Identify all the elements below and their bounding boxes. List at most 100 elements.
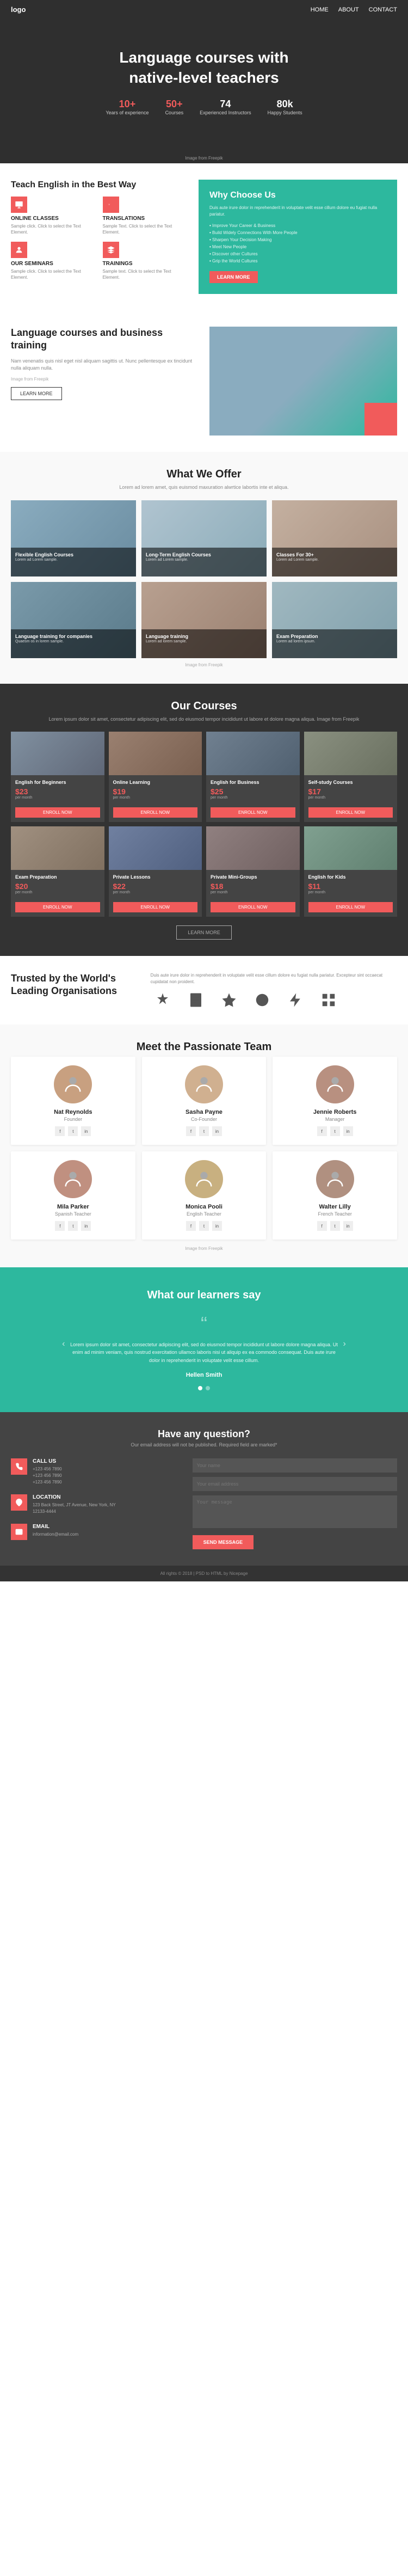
training-learn-more-button[interactable]: LEARN MORE xyxy=(11,387,62,400)
offer-card-2: Long-Term English Courses Lorem ad Lorem… xyxy=(141,500,267,576)
offer-card-5-desc: Lorem ad lorem sample. xyxy=(146,639,262,645)
why-choose-item-4: Meet New People xyxy=(209,243,386,250)
course-img-2 xyxy=(109,732,202,775)
team-social-fb-6[interactable]: f xyxy=(317,1221,327,1231)
offer-card-6-title: Exam Preparation xyxy=(276,634,393,639)
course-enroll-button-2[interactable]: ENROLL NOW xyxy=(113,807,198,818)
course-price-6: $22 xyxy=(113,882,198,891)
team-social-fb-1[interactable]: f xyxy=(55,1126,65,1136)
team-social-in-3[interactable]: in xyxy=(343,1126,353,1136)
course-title-6: Private Lessons xyxy=(113,874,198,880)
why-choose-section: Why Choose Us Duis aute irure dolor in r… xyxy=(199,180,397,294)
team-social-tw-2[interactable]: t xyxy=(199,1126,209,1136)
team-social-fb-4[interactable]: f xyxy=(55,1221,65,1231)
contact-email-info: EMAIL information@email.com xyxy=(33,1524,78,1540)
testimonial-dots xyxy=(11,1386,397,1390)
team-name-1: Nat Reynolds xyxy=(20,1109,127,1115)
offer-card-1: Flexible English Courses Lorem ad Lorem … xyxy=(11,500,136,576)
testimonial-next-button[interactable]: › xyxy=(338,1339,351,1352)
team-avatar-2 xyxy=(185,1065,223,1103)
course-price-label-1: per month xyxy=(15,796,100,800)
offer-card-1-desc: Lorem ad Lorem sample. xyxy=(15,557,132,563)
team-social-fb-2[interactable]: f xyxy=(186,1126,196,1136)
course-title-3: English for Business xyxy=(211,780,295,785)
trusted-right: Duis aute irure dolor in reprehenderit i… xyxy=(151,972,397,1008)
hero-stat-teachers-label: Experienced Instructors xyxy=(200,110,251,115)
nav-contact[interactable]: CONTACT xyxy=(369,7,397,13)
course-img-8 xyxy=(304,826,398,870)
trusted-logo-1 xyxy=(151,992,175,1008)
team-avatar-1 xyxy=(54,1065,92,1103)
contact-message-input[interactable] xyxy=(193,1495,397,1528)
course-enroll-button-6[interactable]: ENROLL NOW xyxy=(113,902,198,912)
team-social-in-4[interactable]: in xyxy=(81,1221,91,1231)
course-img-5 xyxy=(11,826,104,870)
contact-location-info: LOCATION 123 Back Street, JT Avenue, New… xyxy=(33,1494,116,1515)
contact-submit-button[interactable]: SEND MESSAGE xyxy=(193,1535,254,1549)
hero-stats: 10+ Years of experience 50+ Courses 74 E… xyxy=(95,99,313,115)
team-card-6: Walter Lilly French Teacher f t in xyxy=(273,1151,397,1240)
offer-desc: Lorem ad lorem amet, quis euismod maxura… xyxy=(11,484,397,492)
team-role-2: Co-Founder xyxy=(151,1117,258,1122)
testimonial-dot-1[interactable] xyxy=(198,1386,202,1390)
online-classes-desc: Sample click. Click to select the Text E… xyxy=(11,223,96,235)
courses-learn-more-button[interactable]: LEARN MORE xyxy=(176,925,232,940)
offer-card-3-desc: Lorem ad Lorem sample. xyxy=(276,557,393,563)
course-price-label-8: per month xyxy=(308,891,393,894)
course-img-1 xyxy=(11,732,104,775)
hero-stat-teachers: 74 Experienced Instructors xyxy=(200,99,251,115)
contact-title: Have any question? xyxy=(11,1428,397,1440)
why-choose-learn-more-button[interactable]: LEARN MORE xyxy=(209,271,258,283)
team-social-fb-5[interactable]: f xyxy=(186,1221,196,1231)
course-price-4: $17 xyxy=(308,787,393,796)
teach-title: Teach English in the Best Way xyxy=(11,180,188,191)
team-social-tw-4[interactable]: t xyxy=(68,1221,78,1231)
team-social-fb-3[interactable]: f xyxy=(317,1126,327,1136)
online-classes-label: ONLINE CLASSES xyxy=(11,216,96,222)
course-enroll-button-4[interactable]: ENROLL NOW xyxy=(308,807,393,818)
offer-card-3-label: Classes For 30+ Lorem ad Lorem sample. xyxy=(272,548,397,576)
team-social-in-1[interactable]: in xyxy=(81,1126,91,1136)
team-social-in-5[interactable]: in xyxy=(212,1221,222,1231)
training-img-credit: Image from Freepik xyxy=(11,377,199,382)
offer-card-1-label: Flexible English Courses Lorem ad Lorem … xyxy=(11,548,136,576)
courses-grid: English for Beginners $23 per month ENRO… xyxy=(11,732,397,917)
hero-title: Language courses with native-level teach… xyxy=(95,48,313,88)
hero-section: Language courses with native-level teach… xyxy=(0,0,408,163)
course-enroll-button-7[interactable]: ENROLL NOW xyxy=(211,902,295,912)
testimonial-dot-2[interactable] xyxy=(206,1386,210,1390)
team-social-in-2[interactable]: in xyxy=(212,1126,222,1136)
teach-grid: ONLINE CLASSES Sample click. Click to se… xyxy=(11,197,188,281)
seminars-desc: Sample click. Click to select the Text E… xyxy=(11,268,96,280)
course-enroll-button-5[interactable]: ENROLL NOW xyxy=(15,902,100,912)
team-card-1: Nat Reynolds Founder f t in xyxy=(11,1057,135,1145)
trusted-logo-2 xyxy=(184,992,208,1008)
team-social-tw-3[interactable]: t xyxy=(330,1126,340,1136)
seminars-icon xyxy=(11,242,27,258)
contact-email-input[interactable] xyxy=(193,1477,397,1491)
nav-about[interactable]: ABOUT xyxy=(338,7,359,13)
team-social-tw-5[interactable]: t xyxy=(199,1221,209,1231)
team-socials-5: f t in xyxy=(151,1221,258,1231)
testimonial-prev-button[interactable]: ‹ xyxy=(57,1339,70,1352)
course-enroll-button-8[interactable]: ENROLL NOW xyxy=(308,902,393,912)
team-social-tw-6[interactable]: t xyxy=(330,1221,340,1231)
offer-card-5-title: Language training xyxy=(146,634,262,639)
online-classes-icon xyxy=(11,197,27,213)
course-enroll-button-3[interactable]: ENROLL NOW xyxy=(211,807,295,818)
testimonials-title: What our learners say xyxy=(11,1289,397,1302)
courses-title: Our Courses xyxy=(11,700,397,713)
course-title-2: Online Learning xyxy=(113,780,198,785)
team-avatar-4 xyxy=(54,1160,92,1198)
course-price-label-3: per month xyxy=(211,796,295,800)
course-enroll-button-1[interactable]: ENROLL NOW xyxy=(15,807,100,818)
team-social-tw-1[interactable]: t xyxy=(68,1126,78,1136)
course-info-8: English for Kids $11 per month xyxy=(304,870,398,899)
why-choose-title: Why Choose Us xyxy=(209,191,386,200)
navigation: logo HOME ABOUT CONTACT xyxy=(0,0,408,19)
team-social-in-6[interactable]: in xyxy=(343,1221,353,1231)
nav-home[interactable]: HOME xyxy=(311,7,329,13)
contact-name-input[interactable] xyxy=(193,1458,397,1473)
trainings-label: TRAININGS xyxy=(103,261,188,267)
trainings-desc: Sample text. Click to select the Text El… xyxy=(103,268,188,280)
